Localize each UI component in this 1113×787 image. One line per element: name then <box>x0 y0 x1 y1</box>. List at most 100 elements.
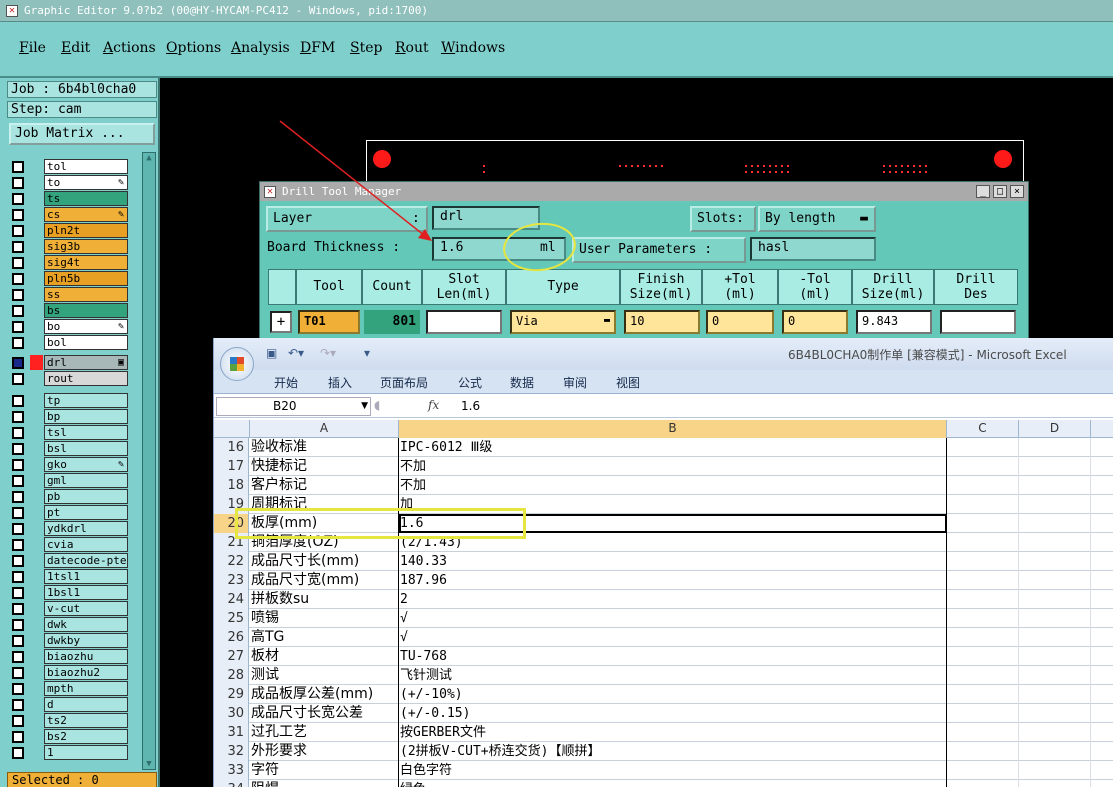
cell-c[interactable] <box>947 723 1019 742</box>
row-header[interactable]: 26 <box>214 628 249 647</box>
layer-name[interactable]: tol <box>44 159 128 174</box>
column-header-d[interactable]: D <box>1019 420 1091 438</box>
layer-name[interactable]: to ✎ <box>44 175 128 190</box>
layer-row-bsl[interactable]: bsl <box>12 441 130 456</box>
cell-a[interactable]: 阻焊 <box>250 780 399 787</box>
layer-checkbox[interactable] <box>12 683 24 695</box>
layer-name[interactable]: bs2 <box>44 729 128 744</box>
layer-row-bol[interactable]: bol <box>12 335 130 350</box>
cell-b[interactable]: (+/-0.15) <box>399 704 947 723</box>
layer-name[interactable]: bp <box>44 409 128 424</box>
cell-c[interactable] <box>947 476 1019 495</box>
row-header[interactable]: 34 <box>214 780 249 787</box>
layer-name[interactable]: dwk <box>44 617 128 632</box>
layer-name[interactable]: 1tsl1 <box>44 569 128 584</box>
cell-c[interactable] <box>947 704 1019 723</box>
cell-d[interactable] <box>1019 514 1091 533</box>
cell-a[interactable]: 高TG <box>250 628 399 647</box>
cell-a[interactable]: 外形要求 <box>250 742 399 761</box>
slot-len-input[interactable] <box>426 310 502 334</box>
layer-name[interactable]: biaozhu <box>44 649 128 664</box>
cell-a[interactable]: 字符 <box>250 761 399 780</box>
layer-row-biaozhu[interactable]: biaozhu <box>12 649 130 664</box>
cell-a[interactable]: 测试 <box>250 666 399 685</box>
row-header[interactable]: 30 <box>214 704 249 723</box>
layer-checkbox[interactable] <box>12 539 24 551</box>
layer-name[interactable]: 1bsl1 <box>44 585 128 600</box>
cell-b[interactable]: √ <box>399 628 947 647</box>
tab-insert[interactable]: 插入 <box>328 374 352 391</box>
layer-checkbox[interactable] <box>12 651 24 663</box>
layer-row-bs2[interactable]: bs2 <box>12 729 130 744</box>
layer-checkbox[interactable] <box>12 395 24 407</box>
layer-checkbox[interactable] <box>12 161 24 173</box>
cell-d[interactable] <box>1019 742 1091 761</box>
layer-name[interactable]: sig4t <box>44 255 128 270</box>
cell-b[interactable]: 绿色 <box>399 780 947 787</box>
layer-name[interactable]: gml <box>44 473 128 488</box>
office-button[interactable] <box>220 347 254 381</box>
cell-d[interactable] <box>1019 590 1091 609</box>
select-all-corner[interactable] <box>214 420 250 438</box>
layer-checkbox[interactable] <box>12 603 24 615</box>
layer-checkbox[interactable] <box>12 411 24 423</box>
cell-d[interactable] <box>1019 761 1091 780</box>
menu-dfm[interactable]: DFM <box>300 40 335 56</box>
cell-b[interactable]: 按GERBER文件 <box>399 723 947 742</box>
cell-a[interactable]: 板材 <box>250 647 399 666</box>
cell-a[interactable]: 成品尺寸长(mm) <box>250 552 399 571</box>
layer-row-biaozhu2[interactable]: biaozhu2 <box>12 665 130 680</box>
layer-name[interactable]: cs ✎ <box>44 207 128 222</box>
menu-options[interactable]: Options <box>166 40 221 56</box>
layer-checkbox[interactable] <box>12 523 24 535</box>
layer-row-d[interactable]: d <box>12 697 130 712</box>
cell-c[interactable] <box>947 609 1019 628</box>
layer-row-cvia[interactable]: cvia <box>12 537 130 552</box>
tab-formulas[interactable]: 公式 <box>458 374 482 391</box>
cell-c[interactable] <box>947 628 1019 647</box>
layer-checkbox[interactable] <box>12 273 24 285</box>
layer-name[interactable]: pt <box>44 505 128 520</box>
tab-page-layout[interactable]: 页面布局 <box>380 374 428 391</box>
menu-rout[interactable]: Rout <box>395 40 429 56</box>
cell-b[interactable]: (2拼板V-CUT+桥连交货)【顺拼】 <box>399 742 947 761</box>
layer-checkbox[interactable] <box>12 731 24 743</box>
cell-d[interactable] <box>1019 628 1091 647</box>
layer-checkbox[interactable] <box>12 305 24 317</box>
maximize-button[interactable]: □ <box>993 185 1007 198</box>
name-box[interactable]: B20 ▼ <box>216 397 371 416</box>
undo-icon[interactable]: ↶▾ <box>288 346 304 360</box>
cell-c[interactable] <box>947 780 1019 787</box>
layer-row-dwkby[interactable]: dwkby <box>12 633 130 648</box>
cell-d[interactable] <box>1019 571 1091 590</box>
column-header-c[interactable]: C <box>947 420 1019 438</box>
layer-name[interactable]: ts2 <box>44 713 128 728</box>
layer-row-ss[interactable]: ss <box>12 287 130 302</box>
layer-name[interactable]: tsl <box>44 425 128 440</box>
row-header[interactable]: 24 <box>214 590 249 609</box>
cell-b[interactable]: IPC-6012 Ⅲ级 <box>399 438 947 457</box>
layer-name[interactable]: dwkby <box>44 633 128 648</box>
cell-d[interactable] <box>1019 438 1091 457</box>
type-dropdown[interactable]: Via ▬ <box>510 310 616 334</box>
layer-row-tsl[interactable]: tsl <box>12 425 130 440</box>
cell-b[interactable]: 不加 <box>399 476 947 495</box>
cell-d[interactable] <box>1019 533 1091 552</box>
scroll-down-icon[interactable]: ▼ <box>144 759 154 769</box>
column-header-b[interactable]: B <box>399 420 947 438</box>
layer-row-rout[interactable]: rout <box>12 371 130 386</box>
row-header[interactable]: 27 <box>214 647 249 666</box>
cell-b[interactable]: 140.33 <box>399 552 947 571</box>
layer-scrollbar[interactable]: ▲ ▼ <box>142 152 156 770</box>
layer-name[interactable]: pb <box>44 489 128 504</box>
cell-c[interactable] <box>947 761 1019 780</box>
layer-name[interactable]: bol <box>44 335 128 350</box>
cell-a[interactable]: 快捷标记 <box>250 457 399 476</box>
row-header[interactable]: 31 <box>214 723 249 742</box>
cell-c[interactable] <box>947 552 1019 571</box>
layer-name[interactable]: cvia <box>44 537 128 552</box>
layer-checkbox[interactable] <box>12 667 24 679</box>
layer-name[interactable]: ss <box>44 287 128 302</box>
row-header[interactable]: 25 <box>214 609 249 628</box>
layer-checkbox[interactable] <box>12 715 24 727</box>
